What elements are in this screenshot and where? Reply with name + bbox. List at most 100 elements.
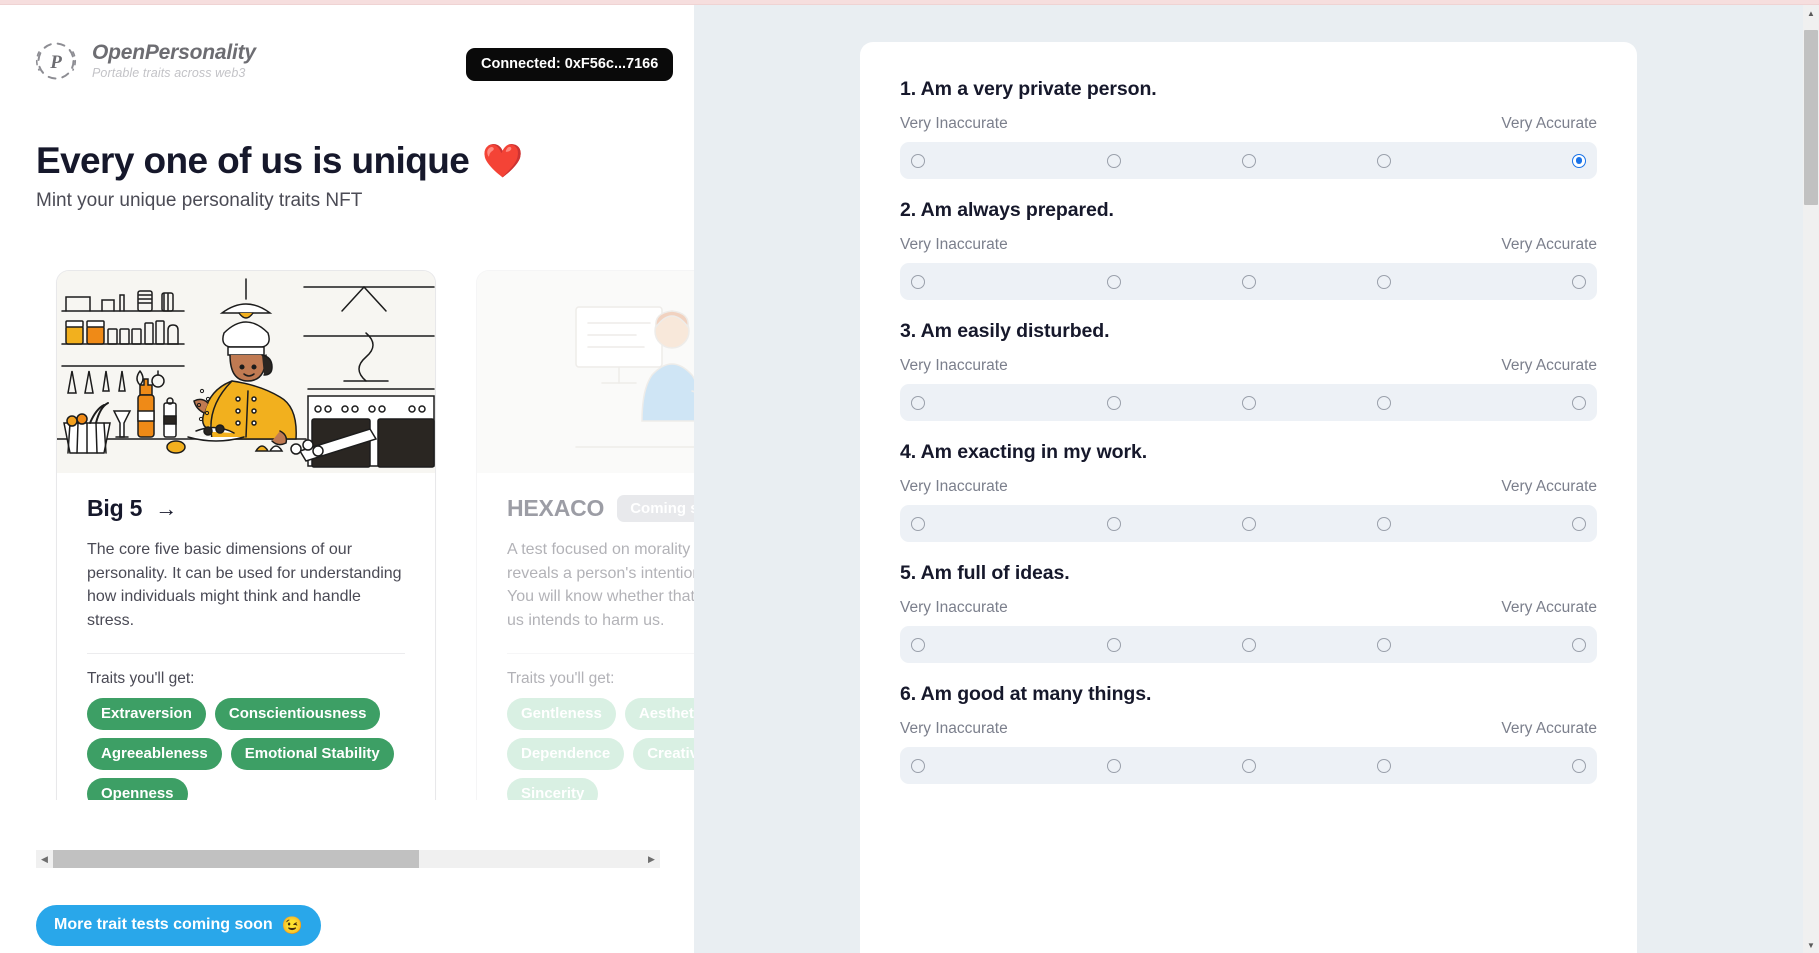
scale-high-label: Very Accurate: [1501, 720, 1597, 737]
test-cards-carousel[interactable]: Big 5 → The core five basic dimensions o…: [0, 270, 694, 800]
likert-option-1[interactable]: [911, 626, 1046, 663]
radio-icon[interactable]: [911, 153, 925, 168]
more-tests-coming-soon-button[interactable]: More trait tests coming soon 😉: [36, 905, 321, 946]
radio-icon[interactable]: [911, 395, 925, 410]
scrollbar-thumb[interactable]: [53, 850, 419, 868]
likert-scale-row[interactable]: [900, 384, 1597, 421]
likert-option-4[interactable]: [1316, 626, 1451, 663]
brand-text: OpenPersonality Portable traits across w…: [92, 41, 256, 80]
radio-icon[interactable]: [1241, 153, 1256, 168]
page-vertical-scrollbar[interactable]: ▲ ▼: [1803, 5, 1819, 953]
likert-scale-row[interactable]: [900, 142, 1597, 179]
carousel-horizontal-scrollbar[interactable]: ◀ ▶: [36, 850, 660, 868]
likert-option-2[interactable]: [1046, 505, 1181, 542]
question-item: 5. Am full of ideas. Very Inaccurate Ver…: [900, 562, 1597, 663]
radio-icon[interactable]: [911, 516, 925, 531]
radio-icon[interactable]: [1241, 395, 1256, 410]
radio-icon[interactable]: [1106, 516, 1121, 531]
likert-option-1[interactable]: [911, 263, 1046, 300]
likert-option-4[interactable]: [1316, 384, 1451, 421]
trait-pill: Gentleness: [507, 697, 616, 730]
card-description: The core five basic dimensions of our pe…: [87, 541, 402, 630]
scroll-left-arrow-icon[interactable]: ◀: [36, 850, 53, 868]
radio-icon[interactable]: [911, 274, 925, 289]
likert-option-4[interactable]: [1316, 263, 1451, 300]
radio-icon[interactable]: [1376, 516, 1391, 531]
scroll-right-arrow-icon[interactable]: ▶: [643, 850, 660, 868]
brand-logo[interactable]: P OpenPersonality Portable traits across…: [33, 38, 256, 84]
radio-icon[interactable]: [1376, 153, 1391, 168]
likert-option-5[interactable]: [1451, 142, 1586, 179]
page-title: Every one of us is unique ❤️: [36, 140, 666, 181]
radio-icon[interactable]: [1572, 758, 1586, 773]
radio-icon[interactable]: [1241, 637, 1256, 652]
trait-pill: Extraversion: [87, 697, 206, 730]
radio-icon[interactable]: [1106, 637, 1121, 652]
radio-icon[interactable]: [1376, 637, 1391, 652]
radio-icon[interactable]: [1572, 637, 1586, 652]
radio-icon[interactable]: [1241, 274, 1256, 289]
radio-icon[interactable]: [1106, 274, 1121, 289]
likert-option-4[interactable]: [1316, 505, 1451, 542]
wink-emoji-icon: 😉: [281, 915, 303, 935]
likert-option-2[interactable]: [1046, 263, 1181, 300]
radio-icon[interactable]: [1106, 153, 1121, 168]
likert-option-2[interactable]: [1046, 626, 1181, 663]
test-card-big5[interactable]: Big 5 → The core five basic dimensions o…: [56, 270, 436, 800]
card-title-row: HEXACO Coming soon: [507, 495, 694, 522]
likert-option-5[interactable]: [1451, 263, 1586, 300]
likert-scale-row[interactable]: [900, 626, 1597, 663]
likert-option-2[interactable]: [1046, 142, 1181, 179]
radio-icon[interactable]: [1241, 758, 1256, 773]
question-item: 1. Am a very private person. Very Inaccu…: [900, 78, 1597, 179]
likert-option-3[interactable]: [1181, 747, 1316, 784]
scrollbar-track[interactable]: [53, 850, 643, 868]
scale-low-label: Very Inaccurate: [900, 599, 1008, 616]
radio-icon[interactable]: [1572, 395, 1586, 410]
likert-option-5[interactable]: [1451, 747, 1586, 784]
scale-labels: Very Inaccurate Very Accurate: [900, 599, 1597, 617]
likert-option-1[interactable]: [911, 142, 1046, 179]
likert-option-3[interactable]: [1181, 626, 1316, 663]
radio-icon[interactable]: [1572, 274, 1586, 289]
likert-option-1[interactable]: [911, 384, 1046, 421]
question-text: 3. Am easily disturbed.: [900, 320, 1110, 342]
likert-option-3[interactable]: [1181, 142, 1316, 179]
radio-icon[interactable]: [1106, 395, 1121, 410]
radio-icon[interactable]: [911, 637, 925, 652]
likert-option-2[interactable]: [1046, 384, 1181, 421]
radio-icon[interactable]: [1241, 516, 1256, 531]
hero-section: Every one of us is unique ❤️ Mint your u…: [36, 140, 666, 212]
likert-option-3[interactable]: [1181, 505, 1316, 542]
likert-option-5[interactable]: [1451, 626, 1586, 663]
person-at-desk-illustration: [477, 271, 694, 473]
scroll-down-arrow-icon[interactable]: ▼: [1803, 937, 1819, 953]
radio-icon[interactable]: [1376, 274, 1391, 289]
likert-option-1[interactable]: [911, 505, 1046, 542]
radio-icon[interactable]: [1376, 395, 1391, 410]
likert-option-2[interactable]: [1046, 747, 1181, 784]
likert-option-5[interactable]: [1451, 384, 1586, 421]
likert-scale-row[interactable]: [900, 263, 1597, 300]
likert-option-4[interactable]: [1316, 747, 1451, 784]
radio-icon[interactable]: [911, 758, 925, 773]
vertical-scrollbar-thumb[interactable]: [1804, 30, 1818, 205]
radio-icon-selected[interactable]: [1572, 153, 1586, 168]
question-text: 1. Am a very private person.: [900, 78, 1157, 100]
test-card-hexaco[interactable]: HEXACO Coming soon A test focused on mor…: [476, 270, 694, 800]
likert-option-1[interactable]: [911, 747, 1046, 784]
likert-option-5[interactable]: [1451, 505, 1586, 542]
likert-scale-row[interactable]: [900, 505, 1597, 542]
radio-icon[interactable]: [1106, 758, 1121, 773]
radio-icon[interactable]: [1572, 516, 1586, 531]
scroll-up-arrow-icon[interactable]: ▲: [1803, 5, 1819, 21]
scale-low-label: Very Inaccurate: [900, 357, 1008, 374]
likert-option-3[interactable]: [1181, 384, 1316, 421]
wallet-status-badge[interactable]: Connected: 0xF56c...7166: [466, 48, 674, 81]
likert-option-4[interactable]: [1316, 142, 1451, 179]
likert-scale-row[interactable]: [900, 747, 1597, 784]
trait-pill: Conscientiousness: [214, 697, 381, 730]
question-text: 2. Am always prepared.: [900, 199, 1114, 221]
radio-icon[interactable]: [1376, 758, 1391, 773]
likert-option-3[interactable]: [1181, 263, 1316, 300]
